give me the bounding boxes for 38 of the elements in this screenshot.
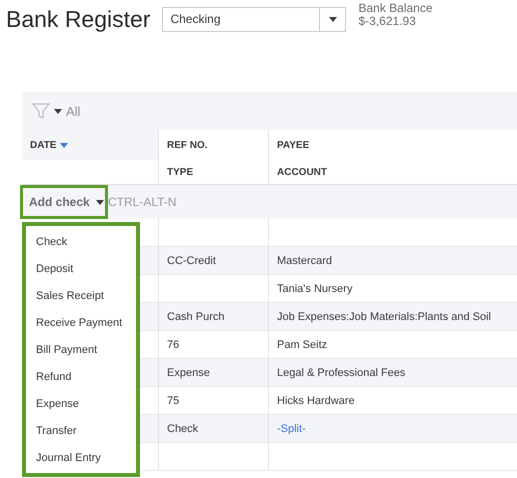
- menu-item[interactable]: Check: [26, 228, 136, 255]
- table-cell: CC-Credit: [167, 254, 216, 266]
- menu-item[interactable]: Journal Entry: [26, 444, 136, 471]
- menu-item[interactable]: Refund: [26, 363, 136, 390]
- table-cell: Pam Seitz: [277, 338, 328, 350]
- table-cell: Legal & Professional Fees: [277, 366, 406, 378]
- table-cell: Check: [167, 422, 198, 434]
- table-cell: Expense: [167, 366, 210, 378]
- balance-label: Bank Balance: [358, 2, 433, 15]
- table-cell: Job Expenses:Job Materials:Plants and Soil: [277, 310, 492, 322]
- table-cell: Hicks Hardware: [277, 394, 355, 406]
- table-cell: 75: [167, 394, 180, 406]
- caret-icon: [328, 16, 337, 22]
- table-cell: Mastercard: [277, 254, 332, 266]
- menu-item[interactable]: Deposit: [26, 255, 136, 282]
- add-check-button[interactable]: Add check: [20, 185, 108, 219]
- balance-amount: $-3,621.93: [358, 15, 417, 28]
- column-header: TYPE: [167, 166, 194, 178]
- menu-item[interactable]: Expense: [26, 390, 136, 417]
- column-header: REF NO.: [167, 140, 208, 150]
- table-cell: Cash Purch: [167, 310, 224, 322]
- menu-item[interactable]: Sales Receipt: [26, 282, 136, 309]
- page-title: Bank Register: [6, 6, 150, 32]
- filter-icon[interactable]: [32, 102, 50, 120]
- caret-icon: [96, 200, 104, 204]
- menu-item[interactable]: Transfer: [26, 417, 136, 444]
- table-cell: Tania's Nursery: [277, 282, 352, 294]
- account-dropdown[interactable]: Checking: [162, 6, 346, 32]
- shortcut-hint: CTRL-ALT-N: [108, 195, 176, 209]
- menu-item[interactable]: Bill Payment: [26, 336, 136, 363]
- column-header: PAYEE: [277, 140, 310, 150]
- menu-item[interactable]: Receive Payment: [26, 309, 136, 336]
- caret-icon: [54, 108, 62, 114]
- split-link[interactable]: -Split-: [277, 422, 306, 434]
- caret-icon: [60, 142, 68, 148]
- column-header: ACCOUNT: [277, 166, 327, 178]
- column-header[interactable]: DATE: [30, 140, 56, 150]
- table-cell: 76: [167, 338, 180, 350]
